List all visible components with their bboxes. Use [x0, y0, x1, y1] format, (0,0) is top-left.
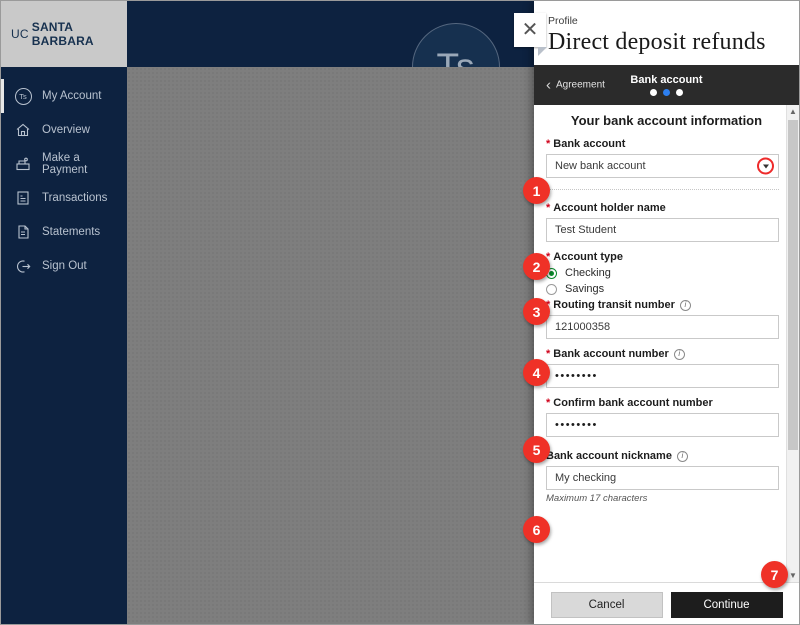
- required-asterisk: *: [546, 138, 551, 151]
- label-text: Confirm bank account number: [553, 397, 713, 410]
- direct-deposit-panel: Profile Direct deposit refunds ‹ Agreeme…: [534, 1, 799, 624]
- callout-badge-2: 2: [523, 253, 550, 280]
- scroll-down-icon[interactable]: ▼: [787, 569, 799, 582]
- sidebar-item-label: Overview: [42, 124, 90, 136]
- sidebar-item-label: Sign Out: [42, 260, 87, 272]
- sidebar-nav: Ts My Account Overview Make a Payment Tr…: [1, 67, 127, 283]
- sidebar-item-label: My Account: [42, 90, 102, 102]
- info-icon[interactable]: i: [673, 348, 685, 360]
- home-icon: [13, 120, 33, 140]
- bank-account-select[interactable]: New bank account: [546, 154, 779, 179]
- step-dot-1[interactable]: [650, 89, 657, 97]
- document-icon: [13, 222, 33, 242]
- app-window: UC SANTA BARBARA Ts My Account Overview: [0, 0, 800, 625]
- scrollbar-thumb[interactable]: [788, 120, 798, 451]
- label-text: Bank account: [553, 138, 626, 151]
- radio-icon: [546, 283, 557, 295]
- logo-prefix: UC: [11, 27, 29, 41]
- label-text: Bank account number: [553, 348, 669, 361]
- routing-transit-number-input[interactable]: 121000358: [546, 315, 779, 340]
- callout-badge-1: 1: [523, 177, 550, 204]
- confirm-bank-account-number-value: ••••••••: [555, 419, 598, 432]
- label-text: Routing transit number: [553, 299, 675, 312]
- bank-account-number-value: ••••••••: [555, 370, 598, 383]
- panel-title: Direct deposit refunds: [548, 29, 766, 55]
- step-dots: [534, 89, 799, 97]
- account-holder-name-value: Test Student: [555, 224, 617, 237]
- label-text: Account type: [553, 251, 623, 264]
- close-icon[interactable]: ✕: [514, 13, 547, 56]
- cancel-button[interactable]: Cancel: [550, 591, 663, 618]
- label-bank-account-number: * Bank account number i: [546, 348, 779, 360]
- confirm-bank-account-number-input[interactable]: ••••••••: [546, 413, 779, 438]
- label-text: Bank account nickname: [546, 450, 672, 463]
- callout-badge-4: 4: [523, 359, 550, 386]
- required-asterisk: *: [546, 348, 551, 361]
- sidebar-item-my-account[interactable]: Ts My Account: [1, 79, 127, 113]
- bank-account-nickname-input[interactable]: My checking: [546, 466, 779, 491]
- label-account-type: * Account type: [546, 251, 779, 263]
- scroll-up-icon[interactable]: ▲: [787, 105, 799, 119]
- bank-account-value: New bank account: [555, 160, 646, 173]
- form-title: Your bank account information: [570, 113, 763, 129]
- panel-footer: Cancel Continue: [534, 582, 799, 624]
- routing-transit-number-value: 121000358: [555, 321, 611, 334]
- sidebar-item-statements[interactable]: Statements: [1, 215, 127, 249]
- receipt-icon: [13, 188, 33, 208]
- breadcrumb: Profile: [548, 15, 578, 27]
- sidebar-item-sign-out[interactable]: Sign Out: [1, 249, 127, 283]
- label-bank-account: * Bank account: [546, 138, 779, 150]
- label-account-holder-name: * Account holder name: [546, 202, 779, 214]
- callout-badge-3: 3: [523, 298, 550, 325]
- radio-savings[interactable]: Savings: [546, 283, 779, 295]
- logo-name: SANTA BARBARA: [31, 20, 94, 48]
- sidebar: UC SANTA BARBARA Ts My Account Overview: [1, 1, 127, 624]
- sidebar-item-label: Statements: [42, 226, 101, 238]
- info-icon[interactable]: i: [679, 299, 691, 311]
- required-asterisk: *: [546, 397, 551, 410]
- account-holder-name-input[interactable]: Test Student: [546, 218, 779, 243]
- panel-scrollbar[interactable]: ▲ ▼: [786, 105, 799, 582]
- sidebar-item-label: Make a Payment: [42, 152, 88, 176]
- panel-header: Profile Direct deposit refunds: [534, 1, 799, 66]
- ts-avatar-icon: Ts: [13, 86, 33, 106]
- bank-account-form: * Bank account New bank account * Accoun…: [534, 138, 799, 504]
- register-icon: [13, 154, 33, 174]
- label-routing-transit-number: * Routing transit number i: [546, 299, 779, 311]
- callout-badge-7: 7: [761, 561, 788, 588]
- sidebar-logo: UC SANTA BARBARA: [1, 1, 127, 67]
- sidebar-item-label: Transactions: [42, 192, 108, 204]
- label-text: Account holder name: [553, 202, 666, 215]
- panel-body: Your bank account information * Bank acc…: [534, 105, 799, 582]
- continue-button[interactable]: Continue: [670, 591, 783, 618]
- step-dot-2[interactable]: [663, 89, 670, 97]
- step-dot-3[interactable]: [676, 89, 683, 97]
- info-icon[interactable]: i: [676, 450, 688, 462]
- current-step-label: Bank account: [630, 74, 703, 87]
- sidebar-item-make-a-payment[interactable]: Make a Payment: [1, 147, 127, 181]
- nickname-hint: Maximum 17 characters: [546, 493, 648, 505]
- step-indicator-bar: ‹ Agreement Bank account: [534, 65, 799, 106]
- chevron-down-icon[interactable]: [757, 157, 774, 175]
- radio-checking[interactable]: Checking: [546, 267, 779, 279]
- label-bank-account-nickname: Bank account nickname i: [546, 450, 779, 462]
- label-confirm-bank-account-number: * Confirm bank account number: [546, 397, 779, 409]
- required-asterisk: *: [546, 202, 551, 215]
- sidebar-item-overview[interactable]: Overview: [1, 113, 127, 147]
- divider: [546, 189, 779, 191]
- radio-label: Savings: [565, 283, 605, 296]
- bank-account-number-input[interactable]: ••••••••: [546, 364, 779, 389]
- sidebar-item-transactions[interactable]: Transactions: [1, 181, 127, 215]
- step-center: Bank account: [534, 74, 799, 97]
- signout-icon: [13, 256, 33, 276]
- callout-badge-5: 5: [523, 436, 550, 463]
- callout-badge-6: 6: [523, 516, 550, 543]
- radio-label: Checking: [565, 267, 611, 280]
- bank-account-nickname-value: My checking: [555, 472, 617, 485]
